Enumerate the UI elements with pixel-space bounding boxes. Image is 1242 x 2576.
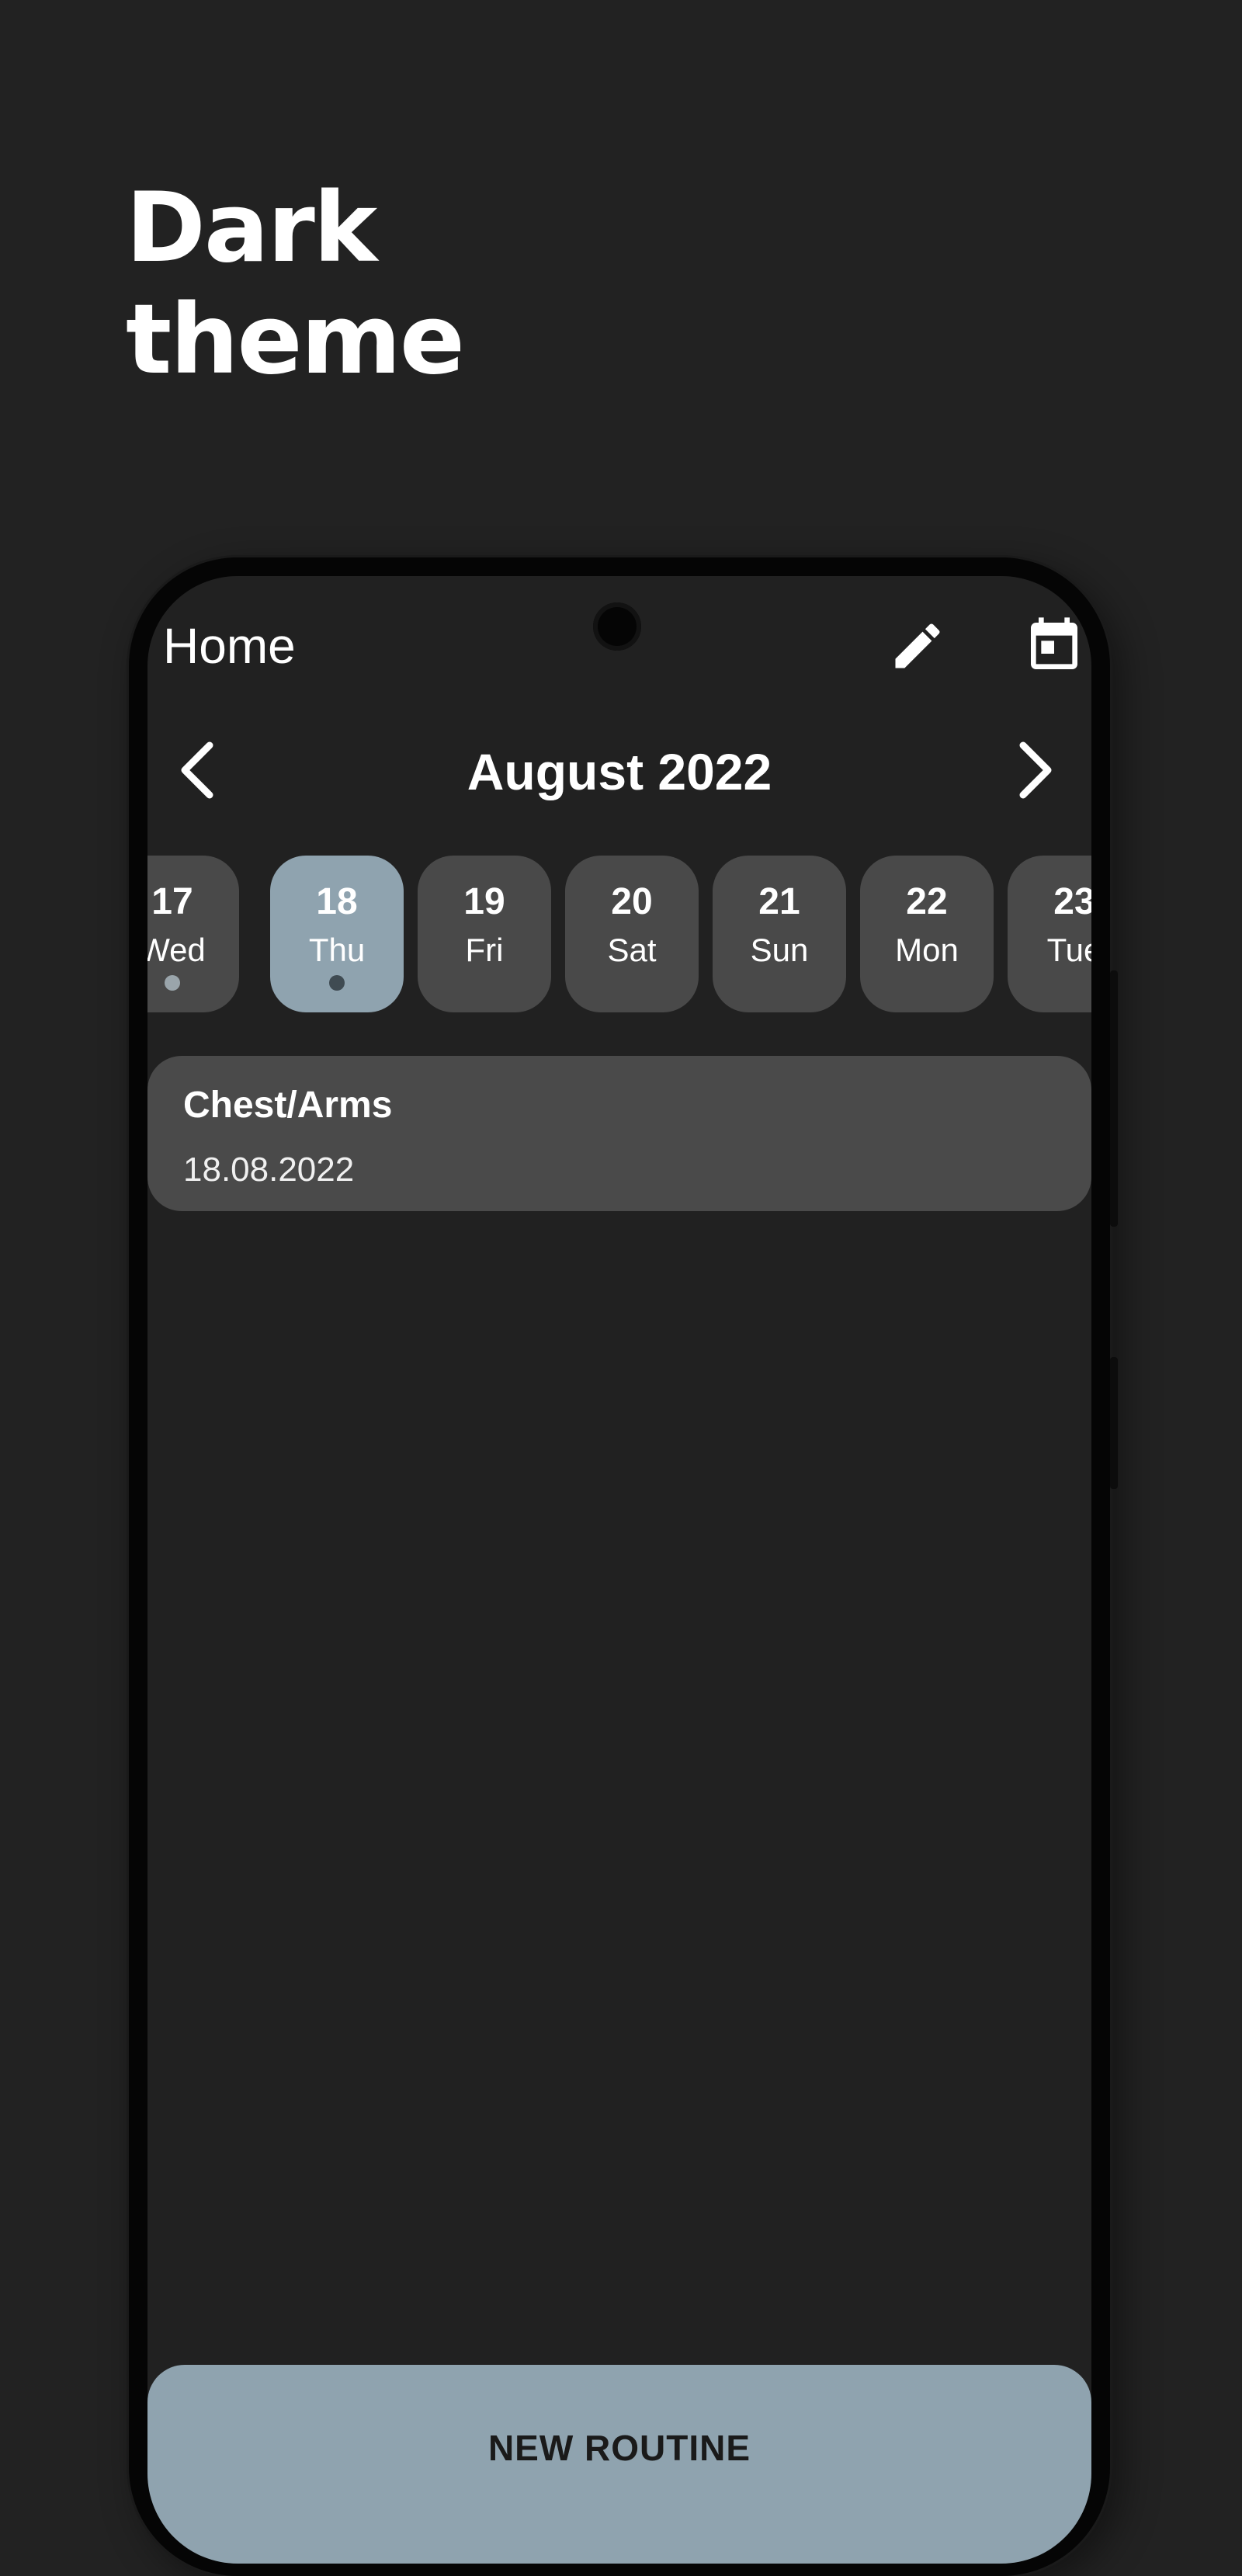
promo-headline: Dark theme [126, 172, 465, 396]
day-number: 19 [463, 881, 505, 922]
workout-indicator-dot [329, 975, 345, 991]
pencil-icon [895, 623, 940, 668]
routine-name: Chest/Arms [183, 1085, 393, 1126]
day-number: 21 [758, 881, 800, 922]
headline-line-2: theme [126, 284, 465, 396]
routine-card[interactable]: Chest/Arms 18.08.2022 [147, 1056, 1091, 1211]
month-label: August 2022 [467, 743, 772, 800]
day-chip[interactable]: 21 Sun [713, 856, 846, 1012]
front-camera [593, 602, 641, 651]
new-routine-button[interactable]: NEW ROUTINE [147, 2365, 1091, 2564]
new-routine-label: NEW ROUTINE [487, 2428, 751, 2468]
day-number: 22 [906, 881, 948, 922]
day-chip[interactable]: 20 Sat [565, 856, 699, 1012]
day-weekday: Tue [1046, 932, 1091, 968]
day-chip-selected[interactable]: 18 Thu [270, 856, 404, 1012]
phone-side-button [1110, 970, 1118, 1227]
day-chip[interactable]: 19 Fri [418, 856, 551, 1012]
day-number: 17 [151, 881, 193, 922]
day-weekday: Mon [895, 932, 959, 968]
phone-screen: Home August 2022 17 Wed 18 Thu 19 Fri 20… [147, 576, 1091, 2564]
day-strip: 17 Wed 18 Thu 19 Fri 20 Sat 21 Sun 22 Mo… [147, 856, 1091, 1014]
day-chip[interactable]: 23 Tue [1008, 856, 1091, 1012]
workout-indicator-dot [165, 975, 180, 991]
calendar-button[interactable] [1017, 609, 1091, 683]
day-number: 18 [316, 881, 358, 922]
day-weekday: Sun [750, 932, 809, 968]
chevron-right-icon [1019, 741, 1052, 799]
day-number: 20 [611, 881, 653, 922]
page-title: Home [163, 618, 296, 674]
day-weekday: Sat [607, 932, 657, 968]
day-chip[interactable]: 17 Wed [147, 856, 239, 1012]
next-month-button[interactable] [995, 731, 1073, 809]
routine-date: 18.08.2022 [183, 1151, 355, 1189]
edit-button[interactable] [880, 609, 955, 683]
day-number: 23 [1053, 881, 1091, 922]
month-navigation: August 2022 [147, 731, 1091, 809]
headline-line-1: Dark [126, 172, 377, 284]
day-weekday: Thu [308, 932, 366, 968]
day-weekday: Fri [465, 932, 504, 968]
day-chip[interactable]: 22 Mon [860, 856, 994, 1012]
calendar-today-icon [1031, 617, 1077, 669]
phone-side-button [1110, 1357, 1118, 1489]
day-weekday: Wed [147, 932, 206, 968]
